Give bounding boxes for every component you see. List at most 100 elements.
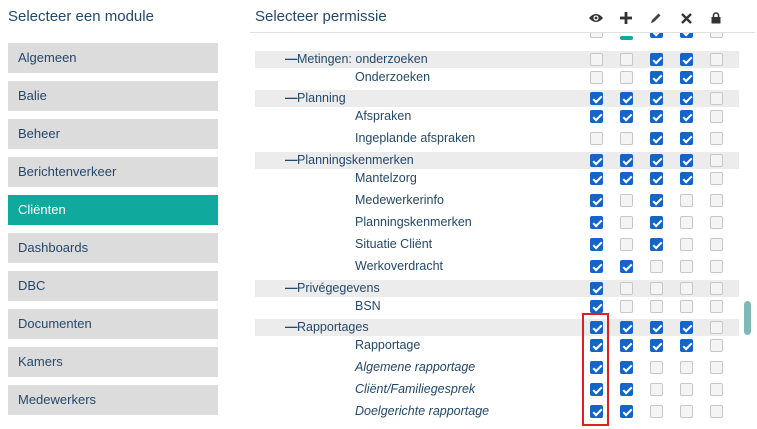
- checkbox-lock[interactable]: [710, 132, 723, 145]
- checkbox-lock[interactable]: [710, 194, 723, 207]
- scrollbar-thumb[interactable]: [744, 301, 751, 335]
- checkbox-edit[interactable]: [650, 321, 663, 334]
- checkbox-edit[interactable]: [650, 361, 663, 374]
- checkbox-view[interactable]: [590, 53, 603, 66]
- checkbox-create[interactable]: [620, 71, 633, 84]
- checkbox-lock[interactable]: [710, 339, 723, 352]
- checkbox-edit[interactable]: [650, 216, 663, 229]
- checkbox-edit[interactable]: [650, 154, 663, 167]
- checkbox-delete[interactable]: [680, 383, 693, 396]
- checkbox-lock[interactable]: [710, 110, 723, 123]
- checkbox-delete[interactable]: [680, 172, 693, 185]
- module-kamers[interactable]: Kamers: [8, 347, 218, 377]
- checkbox-create[interactable]: [620, 321, 633, 334]
- checkbox-create[interactable]: [620, 172, 633, 185]
- checkbox-create[interactable]: [620, 300, 633, 313]
- checkbox-create[interactable]: [620, 238, 633, 251]
- checkbox-lock[interactable]: [710, 405, 723, 418]
- checkbox-delete[interactable]: [680, 71, 693, 84]
- checkbox-edit[interactable]: [650, 300, 663, 313]
- checkbox-lock[interactable]: [710, 282, 723, 295]
- checkbox-lock[interactable]: [710, 361, 723, 374]
- checkbox-edit[interactable]: [650, 110, 663, 123]
- collapse-toggle[interactable]: —: [285, 152, 298, 169]
- checkbox-edit[interactable]: [650, 405, 663, 418]
- collapse-toggle[interactable]: —: [285, 51, 298, 68]
- checkbox-create[interactable]: [620, 53, 633, 66]
- module-balie[interactable]: Balie: [8, 81, 218, 111]
- checkbox-create[interactable]: [620, 405, 633, 418]
- checkbox-view[interactable]: [590, 238, 603, 251]
- checkbox-delete[interactable]: [680, 92, 693, 105]
- checkbox-edit[interactable]: [650, 194, 663, 207]
- checkbox-edit[interactable]: [650, 282, 663, 295]
- checkbox-view[interactable]: [590, 92, 603, 105]
- checkbox-delete[interactable]: [680, 194, 693, 207]
- checkbox-delete[interactable]: [680, 282, 693, 295]
- checkbox-delete[interactable]: [680, 154, 693, 167]
- permission-checkbox[interactable]: [590, 33, 603, 38]
- checkbox-lock[interactable]: [710, 383, 723, 396]
- checkbox-lock[interactable]: [710, 238, 723, 251]
- checkbox-create[interactable]: [620, 260, 633, 273]
- checkbox-view[interactable]: [590, 172, 603, 185]
- checkbox-view[interactable]: [590, 300, 603, 313]
- collapse-toggle[interactable]: —: [285, 319, 298, 336]
- checkbox-create[interactable]: [620, 216, 633, 229]
- checkbox-edit[interactable]: [650, 383, 663, 396]
- checkbox-delete[interactable]: [680, 260, 693, 273]
- checkbox-delete[interactable]: [680, 321, 693, 334]
- checkbox-view[interactable]: [590, 260, 603, 273]
- permission-checkbox[interactable]: [620, 36, 633, 40]
- checkbox-lock[interactable]: [710, 300, 723, 313]
- checkbox-create[interactable]: [620, 361, 633, 374]
- module-medewerkers[interactable]: Medewerkers: [8, 385, 218, 415]
- checkbox-delete[interactable]: [680, 339, 693, 352]
- collapse-toggle[interactable]: —: [285, 280, 298, 297]
- checkbox-edit[interactable]: [650, 92, 663, 105]
- checkbox-create[interactable]: [620, 194, 633, 207]
- checkbox-delete[interactable]: [680, 405, 693, 418]
- checkbox-delete[interactable]: [680, 238, 693, 251]
- module-clienten[interactable]: Cliënten: [8, 195, 218, 225]
- collapse-toggle[interactable]: —: [285, 90, 298, 107]
- checkbox-create[interactable]: [620, 339, 633, 352]
- checkbox-edit[interactable]: [650, 132, 663, 145]
- permission-checkbox[interactable]: [650, 33, 663, 38]
- module-berichtenverkeer[interactable]: Berichtenverkeer: [8, 157, 218, 187]
- checkbox-edit[interactable]: [650, 260, 663, 273]
- checkbox-delete[interactable]: [680, 132, 693, 145]
- checkbox-view[interactable]: [590, 194, 603, 207]
- module-algemeen[interactable]: Algemeen: [8, 43, 218, 73]
- checkbox-create[interactable]: [620, 383, 633, 396]
- checkbox-delete[interactable]: [680, 216, 693, 229]
- checkbox-lock[interactable]: [710, 172, 723, 185]
- checkbox-delete[interactable]: [680, 110, 693, 123]
- checkbox-create[interactable]: [620, 132, 633, 145]
- checkbox-delete[interactable]: [680, 300, 693, 313]
- permission-checkbox[interactable]: [680, 33, 693, 38]
- checkbox-create[interactable]: [620, 154, 633, 167]
- permission-checkbox[interactable]: [710, 33, 723, 38]
- checkbox-lock[interactable]: [710, 260, 723, 273]
- checkbox-view[interactable]: [590, 282, 603, 295]
- checkbox-view[interactable]: [590, 110, 603, 123]
- checkbox-edit[interactable]: [650, 172, 663, 185]
- checkbox-delete[interactable]: [680, 361, 693, 374]
- checkbox-view[interactable]: [590, 216, 603, 229]
- module-beheer[interactable]: Beheer: [8, 119, 218, 149]
- checkbox-view[interactable]: [590, 71, 603, 84]
- checkbox-edit[interactable]: [650, 238, 663, 251]
- checkbox-lock[interactable]: [710, 53, 723, 66]
- checkbox-edit[interactable]: [650, 53, 663, 66]
- module-documenten[interactable]: Documenten: [8, 309, 218, 339]
- checkbox-create[interactable]: [620, 282, 633, 295]
- checkbox-view[interactable]: [590, 154, 603, 167]
- checkbox-edit[interactable]: [650, 71, 663, 84]
- checkbox-create[interactable]: [620, 92, 633, 105]
- checkbox-view[interactable]: [590, 132, 603, 145]
- checkbox-lock[interactable]: [710, 92, 723, 105]
- checkbox-lock[interactable]: [710, 321, 723, 334]
- checkbox-lock[interactable]: [710, 216, 723, 229]
- checkbox-lock[interactable]: [710, 154, 723, 167]
